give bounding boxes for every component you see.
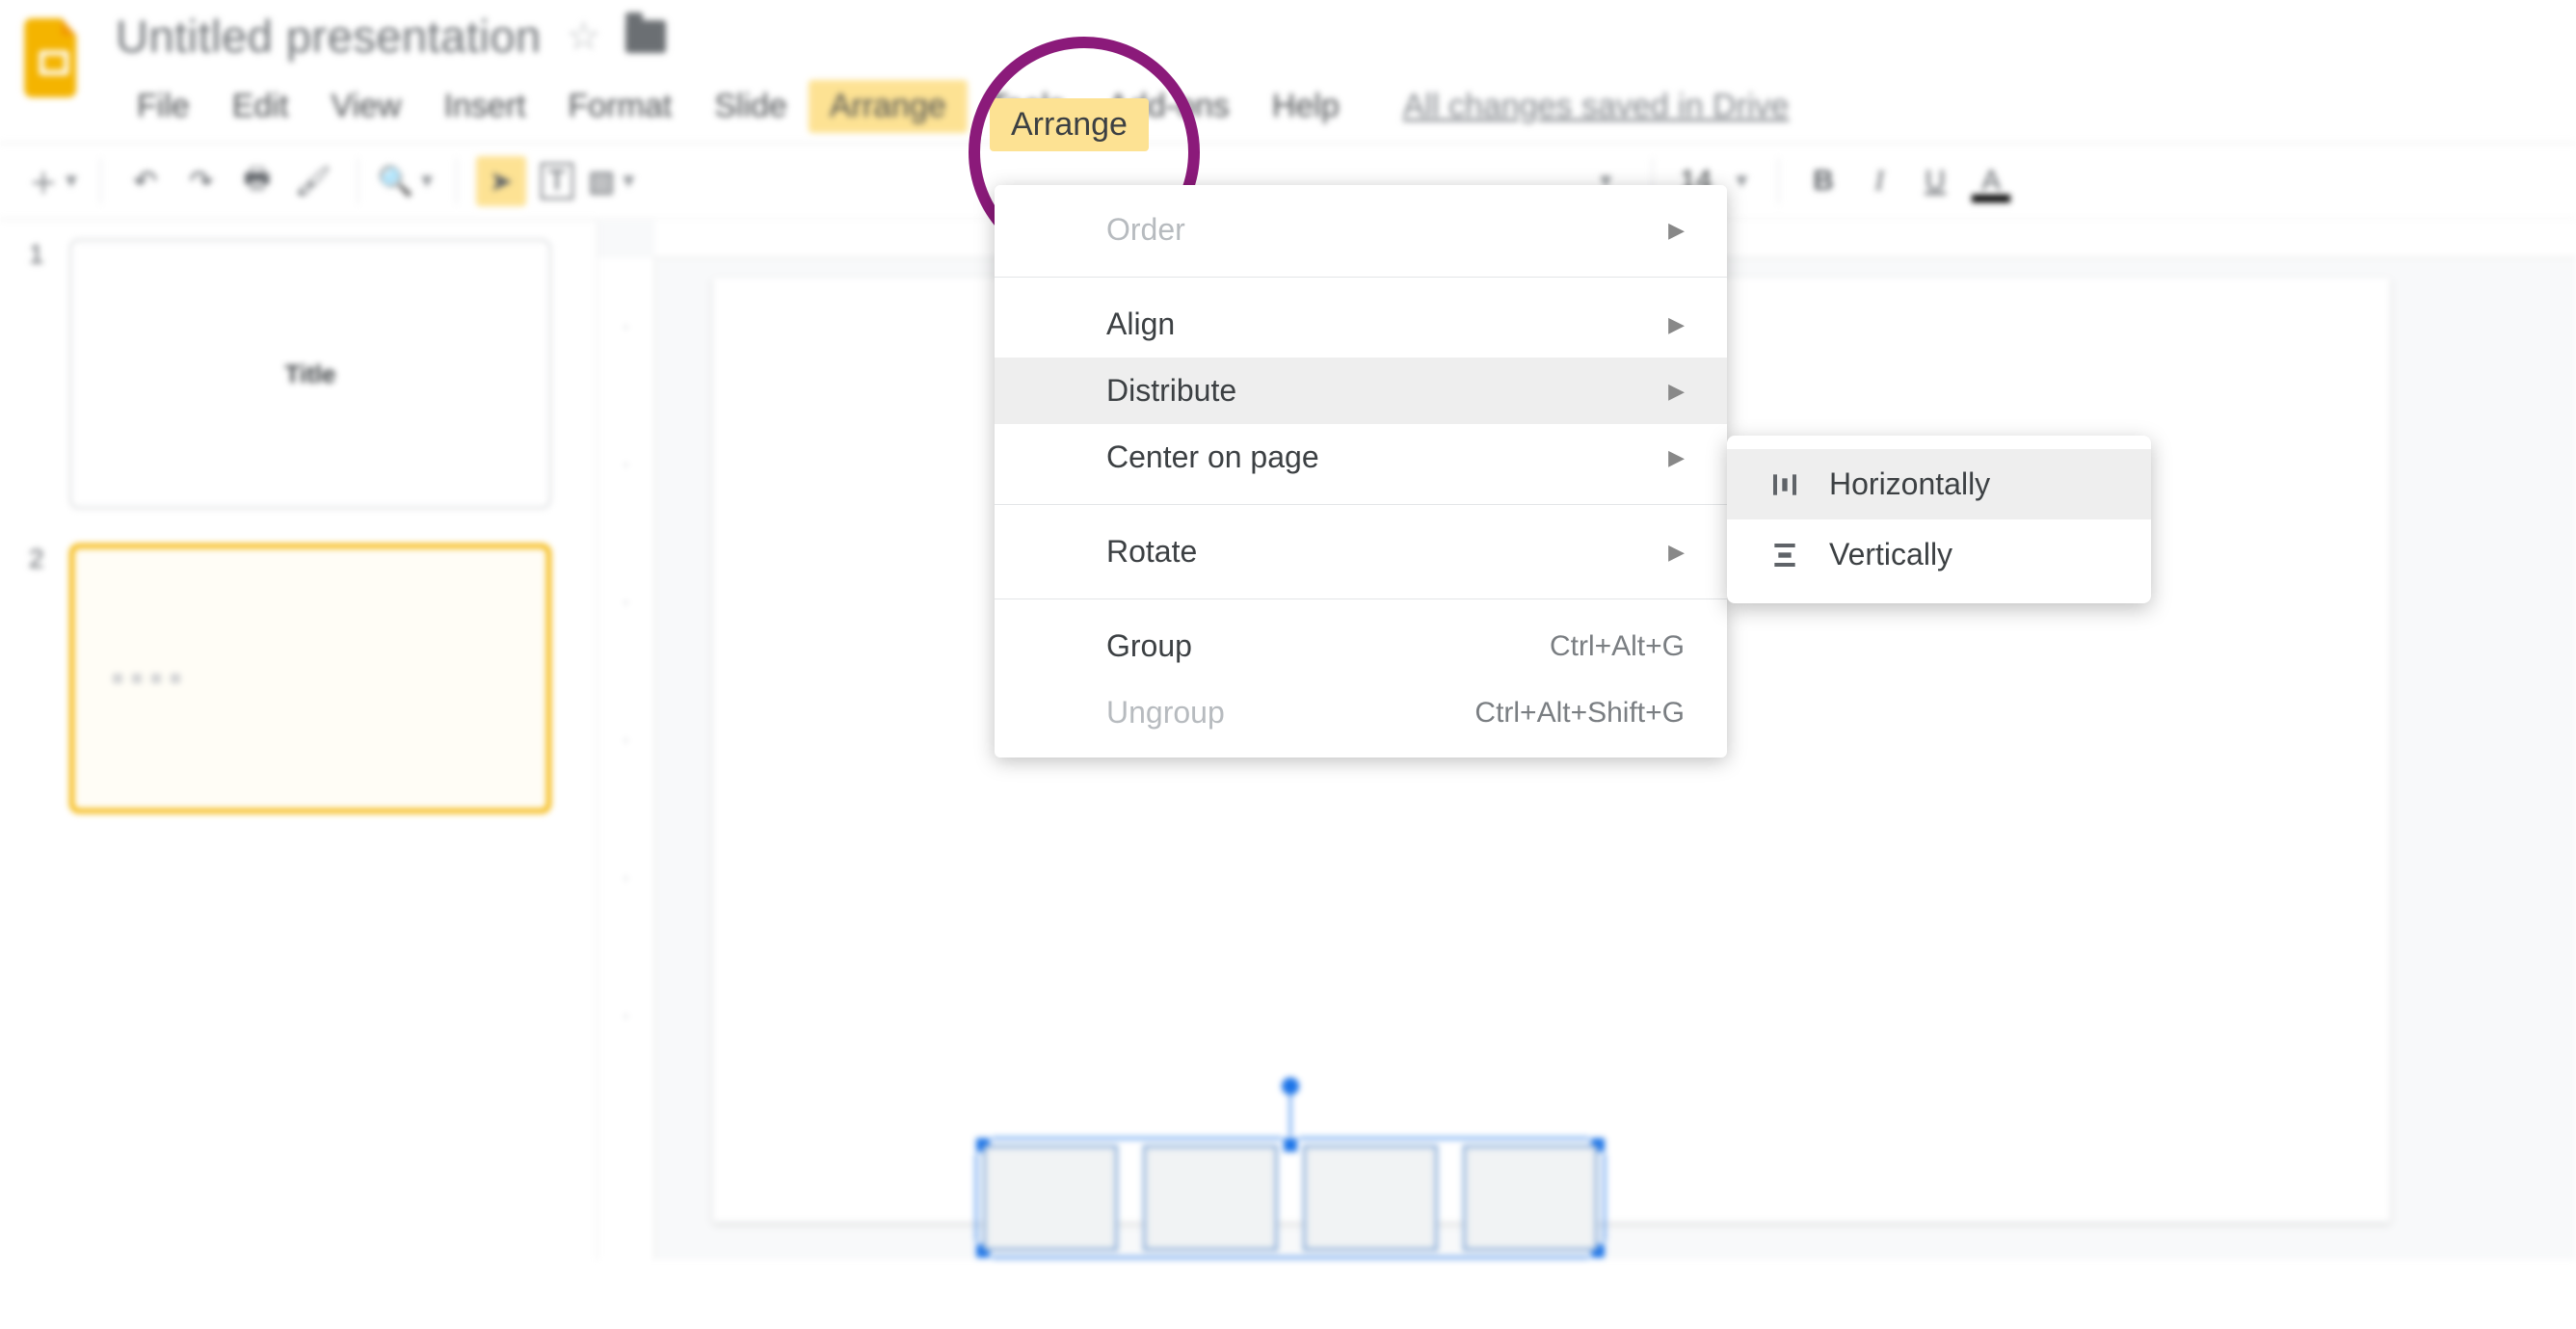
- menu-arrange-highlight[interactable]: Arrange: [990, 98, 1149, 151]
- thumb-number: 2: [29, 544, 52, 813]
- menu-insert[interactable]: Insert: [422, 80, 546, 133]
- submenu-arrow-icon: ▶: [1668, 312, 1685, 337]
- underline-button[interactable]: U: [1910, 156, 1960, 206]
- menu-view[interactable]: View: [309, 80, 422, 133]
- slide-thumb-2[interactable]: [69, 544, 551, 813]
- menu-slide[interactable]: Slide: [693, 80, 809, 133]
- vertical-ruler: ······: [598, 258, 655, 1260]
- rotate-handle-icon[interactable]: [1282, 1077, 1299, 1095]
- redo-button[interactable]: ↷: [176, 156, 226, 206]
- menu-help[interactable]: Help: [1251, 80, 1361, 133]
- distribute-horizontal-icon: [1766, 469, 1804, 500]
- save-status[interactable]: All changes saved in Drive: [1403, 88, 1790, 125]
- menu-file[interactable]: File: [116, 80, 211, 133]
- document-header: Untitled presentation ☆ File Edit View I…: [0, 0, 2576, 133]
- print-button[interactable]: 🖶: [232, 156, 282, 206]
- text-color-button[interactable]: A: [1966, 156, 2016, 206]
- selected-shapes[interactable]: [983, 1145, 1598, 1251]
- slide-thumbnails: 1 Title 2: [0, 220, 598, 1260]
- arrange-group[interactable]: GroupCtrl+Alt+G: [995, 613, 1727, 679]
- arrange-ungroup[interactable]: UngroupCtrl+Alt+Shift+G: [995, 679, 1727, 746]
- bold-button[interactable]: B: [1798, 156, 1848, 206]
- submenu-arrow-icon: ▶: [1668, 540, 1685, 565]
- arrange-dropdown: Order▶ Align▶ Distribute▶ Center on page…: [995, 185, 1727, 758]
- menu-format[interactable]: Format: [547, 80, 694, 133]
- arrange-order[interactable]: Order▶: [995, 197, 1727, 263]
- submenu-arrow-icon: ▶: [1668, 379, 1685, 404]
- submenu-arrow-icon: ▶: [1668, 218, 1685, 243]
- textbox-tool[interactable]: T: [532, 156, 582, 206]
- image-tool[interactable]: ▧▼: [588, 156, 638, 206]
- distribute-horizontally[interactable]: Horizontally: [1727, 449, 2151, 519]
- document-title[interactable]: Untitled presentation: [116, 10, 542, 63]
- distribute-submenu: Horizontally Vertically: [1727, 436, 2151, 603]
- slide-thumb-1[interactable]: Title: [69, 239, 551, 509]
- zoom-button[interactable]: 🔍▼: [378, 156, 437, 206]
- shortcut-label: Ctrl+Alt+G: [1550, 630, 1685, 663]
- folder-icon[interactable]: [625, 20, 666, 53]
- shape[interactable]: [1143, 1145, 1278, 1251]
- arrange-align[interactable]: Align▶: [995, 291, 1727, 358]
- new-slide-button[interactable]: ＋▼: [29, 156, 81, 206]
- shortcut-label: Ctrl+Alt+Shift+G: [1474, 697, 1685, 730]
- shape[interactable]: [983, 1145, 1118, 1251]
- thumb-number: 1: [29, 239, 52, 509]
- arrange-distribute[interactable]: Distribute▶: [995, 358, 1727, 424]
- arrange-center-on-page[interactable]: Center on page▶: [995, 424, 1727, 491]
- menu-edit[interactable]: Edit: [211, 80, 310, 133]
- menu-arrange[interactable]: Arrange: [809, 80, 968, 133]
- distribute-vertical-icon: [1766, 540, 1804, 571]
- shape[interactable]: [1303, 1145, 1438, 1251]
- submenu-arrow-icon: ▶: [1668, 445, 1685, 470]
- star-icon[interactable]: ☆: [567, 14, 601, 59]
- arrange-rotate[interactable]: Rotate▶: [995, 518, 1727, 585]
- shape[interactable]: [1463, 1145, 1598, 1251]
- undo-button[interactable]: ↶: [120, 156, 171, 206]
- paint-format-button[interactable]: 🖌: [288, 156, 338, 206]
- slides-logo-icon: [17, 10, 91, 106]
- select-tool[interactable]: ➤: [476, 156, 526, 206]
- menubar: File Edit View Insert Format Slide Arran…: [116, 80, 1789, 133]
- distribute-vertically[interactable]: Vertically: [1727, 519, 2151, 590]
- italic-button[interactable]: I: [1854, 156, 1904, 206]
